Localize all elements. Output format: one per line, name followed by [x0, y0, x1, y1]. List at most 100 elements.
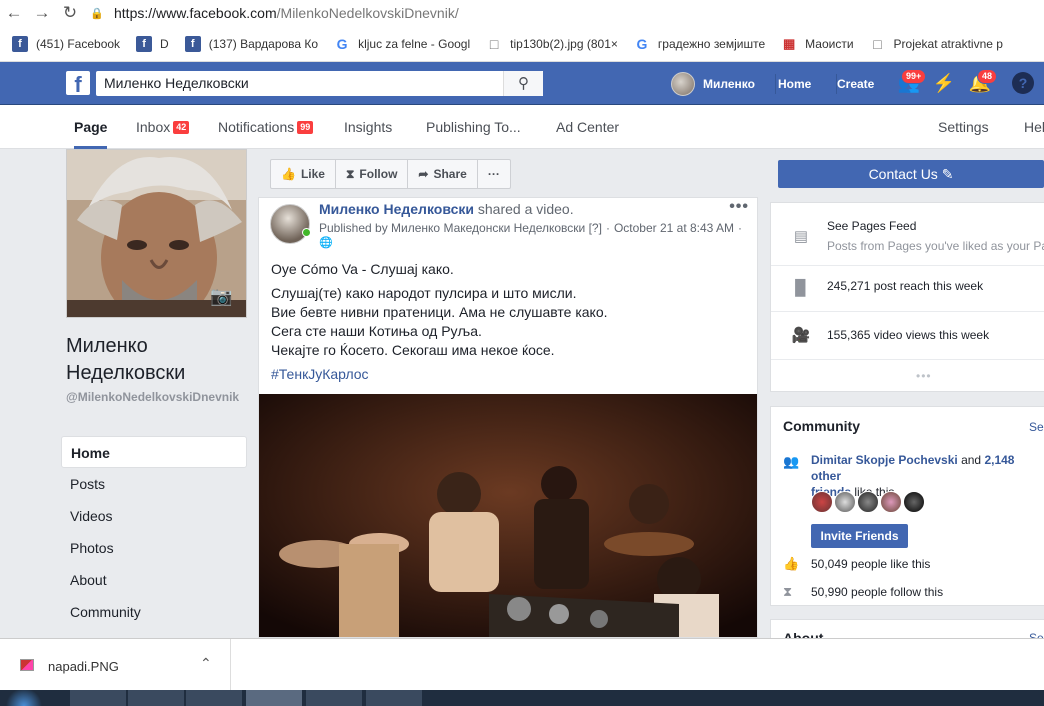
- image-file-icon: [20, 659, 34, 671]
- tab-settings[interactable]: Settings: [938, 105, 989, 149]
- post-more-icon[interactable]: •••: [729, 198, 749, 216]
- post-card: Миленко Неделковски shared a video. ••• …: [258, 197, 758, 638]
- back-arrow-icon[interactable]: ←: [0, 3, 28, 23]
- community-panel: Community See 👥 Dimitar Skopje Pochevski…: [770, 406, 1044, 606]
- followers-count[interactable]: 50,990 people follow this: [811, 585, 943, 599]
- post-author-avatar[interactable]: [270, 204, 310, 244]
- more-options-button[interactable]: ···: [478, 160, 510, 188]
- follow-button[interactable]: ⧗ Follow: [336, 160, 409, 188]
- rss-icon: ⧗: [345, 167, 355, 181]
- bookmark-item[interactable]: ▦ Маоисти: [781, 36, 854, 52]
- avatar[interactable]: [811, 491, 833, 513]
- notifications-count-badge: 99: [297, 121, 314, 134]
- post-author-link[interactable]: Миленко Неделковски: [319, 201, 474, 217]
- left-nav-home[interactable]: Home: [61, 436, 247, 468]
- reload-icon[interactable]: ↻: [56, 3, 84, 23]
- left-nav-community[interactable]: Community: [61, 596, 247, 628]
- help-icon[interactable]: ?: [1012, 72, 1034, 94]
- download-item[interactable]: napadi.PNG ⌃: [0, 639, 231, 691]
- rss-icon: ⧗: [783, 584, 793, 599]
- contact-us-button[interactable]: Contact Us ✎: [778, 160, 1044, 188]
- tab-help[interactable]: Hel: [1024, 105, 1044, 149]
- video-frame-illustration: [259, 394, 757, 637]
- download-filename: napadi.PNG: [48, 659, 119, 674]
- pages-feed-panel: ▤ See Pages Feed Posts from Pages you've…: [770, 202, 1044, 392]
- page-title: Миленко Неделковски: [66, 335, 186, 384]
- avatar[interactable]: [903, 491, 925, 513]
- messenger-icon[interactable]: ⚡: [931, 70, 957, 96]
- bookmark-item[interactable]: Gградежно земјиште: [634, 36, 765, 52]
- see-pages-feed-link[interactable]: See Pages Feed: [827, 219, 916, 233]
- address-bar[interactable]: 🔒 https://www.facebook.com/MilenkoNedelk…: [90, 2, 1044, 24]
- bookmark-item[interactable]: Gkljuc za felne - Googl: [334, 35, 471, 52]
- file-explorer-icon[interactable]: [70, 690, 126, 706]
- search-input[interactable]: Миленко Неделковски: [96, 71, 543, 96]
- page-handle[interactable]: @MilenkoNedelkovskiDnevnik: [66, 390, 247, 405]
- forward-arrow-icon[interactable]: →: [28, 3, 56, 23]
- tab-notifications[interactable]: Notifications 99: [218, 105, 314, 149]
- bookmark-item[interactable]: □ Projekat atraktivne p: [870, 36, 1003, 52]
- likes-count[interactable]: 50,049 people like this: [811, 557, 930, 571]
- chevron-up-icon[interactable]: ⌃: [200, 655, 212, 672]
- avatar[interactable]: [880, 491, 902, 513]
- like-button[interactable]: 👍 Like: [271, 160, 336, 188]
- search-icon[interactable]: ⚲: [503, 71, 543, 96]
- home-link[interactable]: Home: [778, 62, 811, 105]
- url-host: https://www.facebook.com: [114, 5, 277, 21]
- facebook-top-bar: f Миленко Неделковски ⚲ Миленко Home Cre…: [0, 62, 1044, 105]
- notifications-badge: 48: [977, 69, 998, 84]
- globe-icon: 🌐: [319, 237, 333, 249]
- hashtag-link[interactable]: #ТенкЈуКарлос: [271, 366, 369, 382]
- post-reach-stat[interactable]: 245,271 post reach this week: [827, 279, 983, 293]
- tab-ad-center[interactable]: Ad Center: [556, 105, 619, 149]
- avatar[interactable]: [857, 491, 879, 513]
- left-nav-about[interactable]: About: [61, 564, 247, 596]
- video-views-stat[interactable]: 155,365 video views this week: [827, 328, 989, 342]
- post-action-text: shared a video.: [477, 201, 574, 217]
- facebook-logo-icon[interactable]: f: [66, 71, 90, 95]
- share-button[interactable]: ➦ Share: [408, 160, 478, 188]
- bookmarks-bar: f (451) Facebook fD f (137) Вардарова Ко G…: [0, 26, 1044, 62]
- google-icon: G: [336, 35, 348, 52]
- community-see-all-link[interactable]: See: [1029, 420, 1044, 434]
- bar-chart-icon: ▉: [795, 280, 807, 297]
- bookmark-item[interactable]: f (137) Вардарова Ко: [184, 35, 318, 52]
- left-nav-videos[interactable]: Videos: [61, 500, 247, 532]
- internet-explorer-icon[interactable]: [186, 690, 242, 706]
- lock-icon: 🔒: [90, 7, 104, 20]
- bookmark-item[interactable]: f (451) Facebook: [12, 35, 120, 52]
- video-camera-icon: 🎥: [791, 327, 811, 344]
- facebook-icon: f: [12, 35, 28, 52]
- feed-icon: ▤: [793, 228, 809, 245]
- create-link[interactable]: Create: [837, 62, 874, 105]
- tab-insights[interactable]: Insights: [344, 105, 392, 149]
- url-path: /MilenkoNedelkovskiDnevnik/: [276, 5, 459, 21]
- post-author: Миленко Неделковски shared a video.: [319, 201, 574, 217]
- tab-page[interactable]: Page: [74, 105, 108, 149]
- left-nav-photos[interactable]: Photos: [61, 532, 247, 564]
- bookmark-item[interactable]: □ tip130b(2).jpg (801×: [486, 36, 618, 52]
- camera-icon[interactable]: 📷: [210, 286, 236, 306]
- divider: [771, 359, 1044, 360]
- online-status-dot: [302, 228, 311, 237]
- chrome-icon[interactable]: [246, 690, 302, 706]
- invite-friends-button[interactable]: Invite Friends: [811, 524, 908, 548]
- avatar[interactable]: [834, 491, 856, 513]
- post-date[interactable]: October 21 at 8:43 AM: [614, 221, 734, 235]
- friend-avatars: [811, 491, 926, 513]
- start-button-icon[interactable]: [4, 690, 44, 706]
- tab-inbox[interactable]: Inbox 42: [136, 105, 190, 149]
- skype-icon[interactable]: [128, 690, 184, 706]
- left-navigation: Home Posts Videos Photos About Community…: [61, 436, 247, 660]
- video-player[interactable]: [259, 394, 757, 637]
- firefox-icon[interactable]: [306, 690, 362, 706]
- profile-link[interactable]: Миленко: [671, 62, 755, 105]
- tab-publishing-tools[interactable]: Publishing To...: [426, 105, 521, 149]
- thumbs-up-icon: 👍: [783, 556, 800, 571]
- word-icon[interactable]: [366, 690, 422, 706]
- bookmark-item[interactable]: fD: [136, 35, 169, 52]
- left-nav-posts[interactable]: Posts: [61, 468, 247, 500]
- inbox-count-badge: 42: [173, 121, 190, 134]
- question-link[interactable]: [?]: [589, 221, 602, 235]
- more-dots-icon[interactable]: •••: [916, 369, 932, 383]
